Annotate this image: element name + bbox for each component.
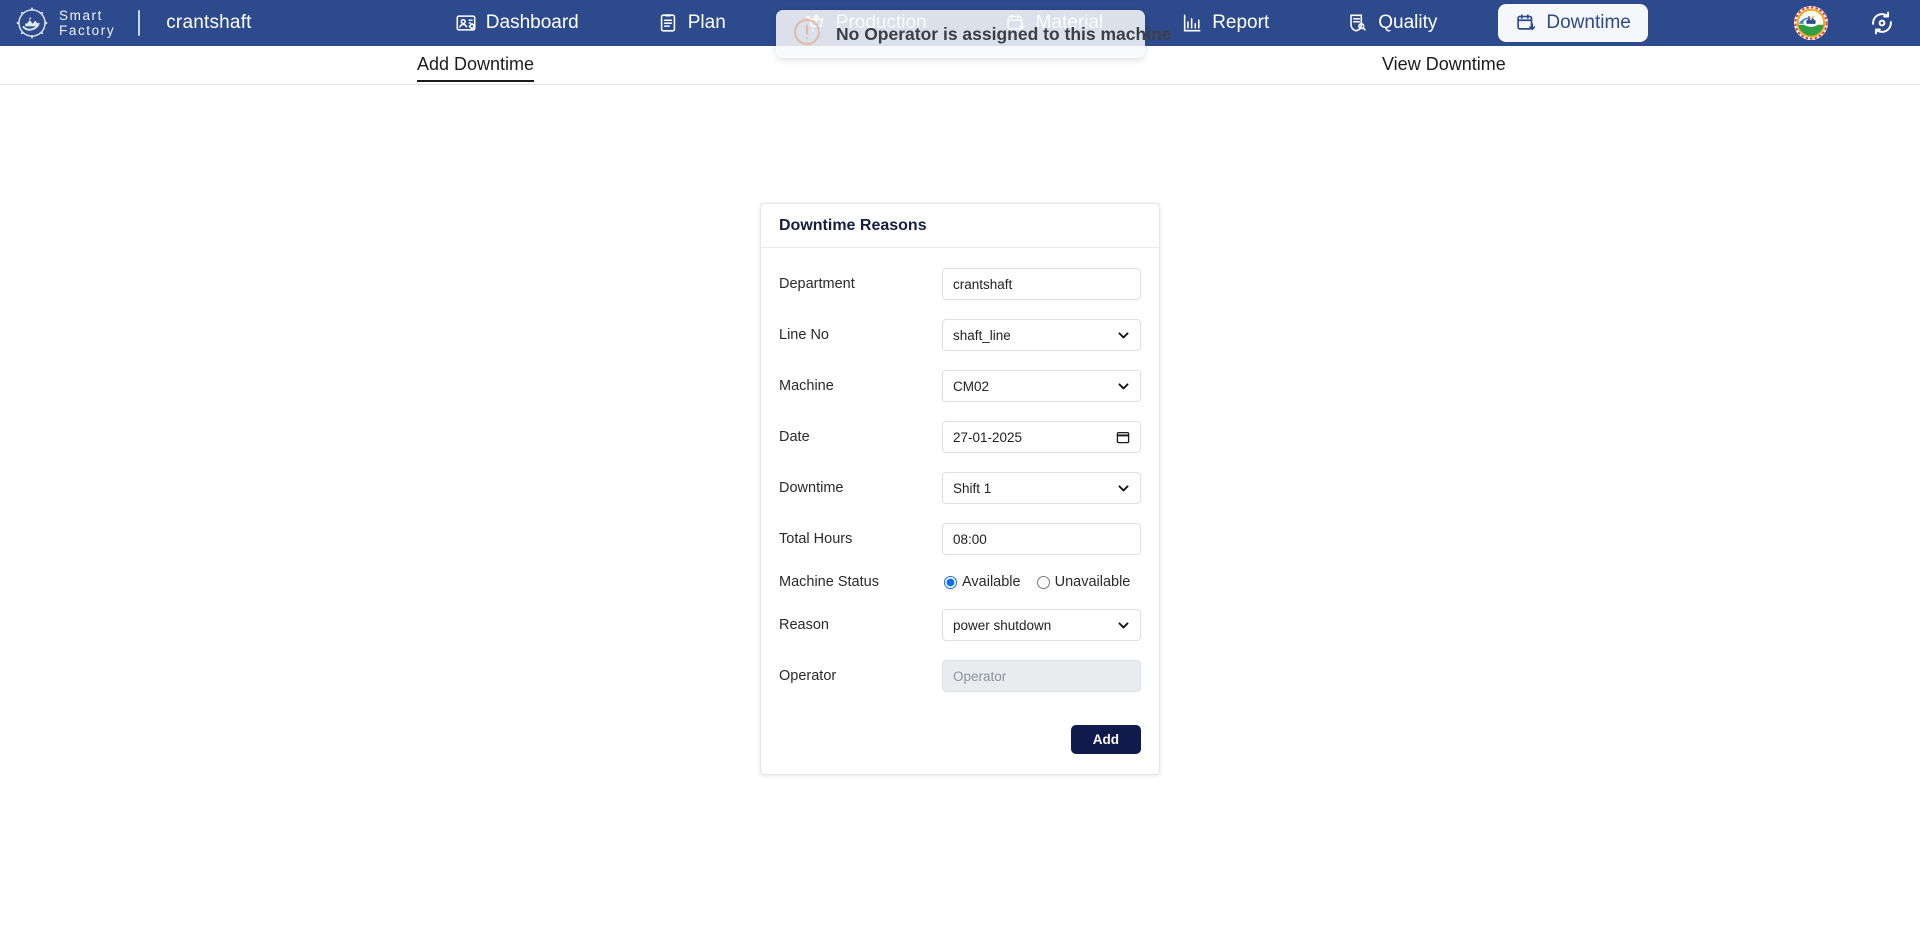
smart-factory-gear-logo (14, 5, 50, 41)
brand-line-1: Smart (59, 7, 104, 23)
machine-select[interactable]: CM02 (942, 370, 1141, 402)
machine-status-label: Machine Status (779, 574, 879, 590)
card-body: Department Line No shaft_line (761, 248, 1159, 719)
nav-item-label: Plan (687, 12, 726, 33)
machine-status-radio-group: Available Unavailable (942, 574, 1141, 590)
toast-notification[interactable]: No Operator is assigned to this machine (776, 10, 1172, 58)
tab-view-downtime[interactable]: View Downtime (1382, 54, 1506, 80)
card-title: Downtime Reasons (779, 217, 927, 234)
toast-message: No Operator is assigned to this machine (836, 23, 1172, 44)
clipboard-list-icon (657, 12, 679, 34)
add-button[interactable]: Add (1070, 725, 1141, 754)
field-row-downtime: Downtime Shift 1 (779, 472, 1141, 504)
warning-exclamation-circle-icon (792, 17, 822, 52)
operator-input (942, 660, 1141, 692)
main-content: Downtime Reasons Department Line No shaf… (0, 85, 1920, 937)
date-input[interactable] (942, 421, 1141, 453)
department-label: Department (779, 276, 855, 292)
nav-item-dashboard[interactable]: Dashboard (438, 4, 596, 42)
field-row-department: Department (779, 268, 1141, 300)
brand[interactable]: Smart Factory crantshaft (14, 5, 252, 41)
machine-label: Machine (779, 378, 834, 394)
brand-line-2: Factory (59, 23, 116, 38)
downtime-reasons-card: Downtime Reasons Department Line No shaf… (760, 203, 1160, 775)
tab-add-downtime[interactable]: Add Downtime (417, 54, 535, 82)
brand-divider (138, 10, 141, 36)
nav-right-actions (1794, 6, 1902, 40)
radio-unavailable-label: Unavailable (1054, 574, 1131, 590)
nav-item-plan[interactable]: Plan (640, 4, 743, 42)
field-row-total-hours: Total Hours (779, 523, 1141, 555)
reason-label: Reason (779, 617, 829, 633)
radio-available-input[interactable] (944, 575, 957, 589)
brand-text: Smart Factory (59, 8, 115, 38)
nav-item-label: Report (1212, 12, 1270, 33)
dashboard-card-icon (455, 12, 477, 34)
field-row-line-no: Line No shaft_line (779, 319, 1141, 351)
line-no-select[interactable]: shaft_line (942, 319, 1141, 351)
nav-item-report[interactable]: Report (1164, 4, 1286, 42)
downtime-shift-select[interactable]: Shift 1 (942, 472, 1141, 504)
field-row-reason: Reason power shutdown (779, 609, 1141, 641)
nav-item-label: Quality (1378, 12, 1438, 33)
total-hours-input[interactable] (942, 523, 1141, 555)
refresh-sync-icon[interactable] (1868, 9, 1896, 37)
radio-unavailable-input[interactable] (1036, 575, 1050, 589)
nav-item-label: Downtime (1546, 12, 1631, 33)
bar-chart-report-icon (1181, 12, 1203, 34)
nav-item-quality[interactable]: Quality (1330, 4, 1454, 42)
date-label: Date (779, 429, 810, 445)
document-search-icon (1347, 12, 1369, 34)
department-input[interactable] (942, 268, 1141, 300)
nav-item-downtime[interactable]: Downtime (1498, 4, 1648, 42)
field-row-machine-status: Machine Status Available Unavailable (779, 574, 1141, 590)
field-row-machine: Machine CM02 (779, 370, 1141, 402)
reason-select[interactable]: power shutdown (942, 609, 1141, 641)
card-footer: Add (761, 719, 1159, 774)
calendar-download-icon (1515, 12, 1537, 34)
downtime-label: Downtime (779, 480, 844, 496)
card-header: Downtime Reasons (761, 204, 1159, 248)
department-name: crantshaft (166, 12, 252, 33)
radio-unavailable[interactable]: Unavailable (1036, 574, 1131, 590)
field-row-operator: Operator (779, 660, 1141, 692)
avatar[interactable] (1794, 6, 1828, 40)
radio-available-label: Available (962, 574, 1021, 590)
nav-item-label: Dashboard (485, 12, 579, 33)
operator-label: Operator (779, 668, 837, 684)
top-navbar: Smart Factory crantshaft Dashboard Plan … (0, 0, 1920, 58)
radio-available[interactable]: Available (944, 574, 1021, 590)
total-hours-label: Total Hours (779, 531, 853, 547)
field-row-date: Date (779, 421, 1141, 453)
line-no-label: Line No (779, 327, 829, 343)
